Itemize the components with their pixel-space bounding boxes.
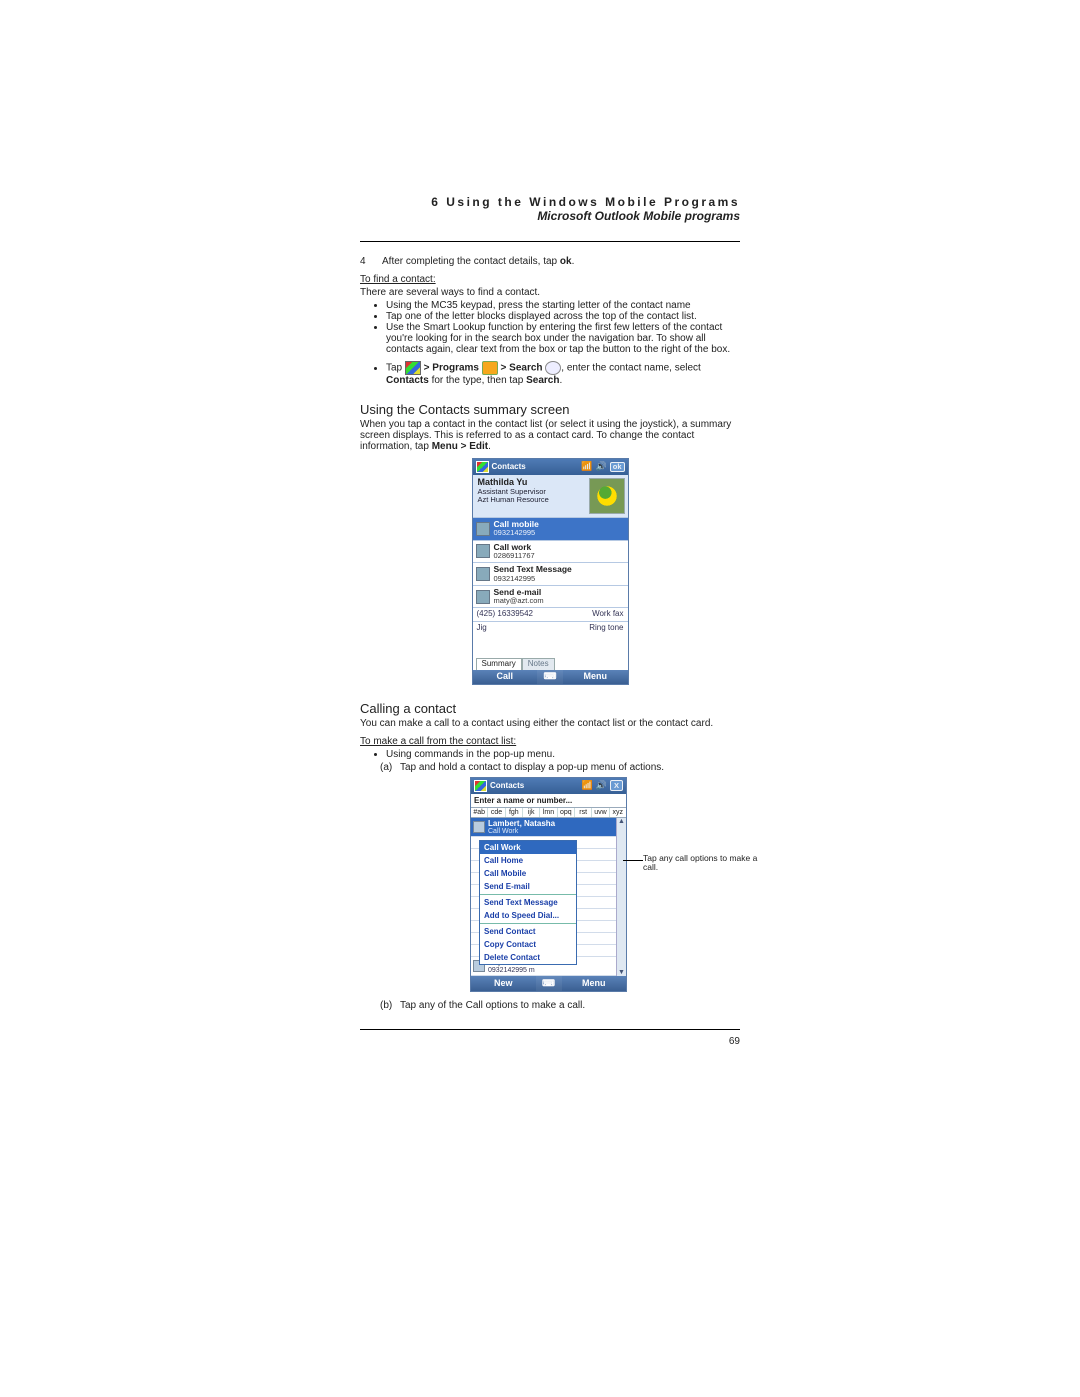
section-title: Microsoft Outlook Mobile programs: [360, 209, 740, 223]
email-icon: [476, 590, 490, 604]
softkey-menu[interactable]: Menu: [563, 670, 628, 684]
softkey-menu[interactable]: Menu: [562, 976, 627, 991]
contact-row-selected[interactable]: Lambert, NatashaCall Work: [471, 818, 616, 837]
call-mobile-row[interactable]: Call mobile0932142995: [473, 517, 628, 540]
find-contact-intro: There are several ways to find a contact…: [360, 287, 740, 298]
substep-a: (a)Tap and hold a contact to display a p…: [360, 762, 740, 773]
phone-icon: [476, 544, 490, 558]
alpha-tab[interactable]: ijk: [523, 808, 540, 817]
list-item: Tap one of the letter blocks displayed a…: [386, 311, 740, 322]
menu-send-email[interactable]: Send E-mail: [480, 880, 576, 893]
send-email-row[interactable]: Send e-mailmaty@azt.com: [473, 585, 628, 608]
list-item: Use the Smart Lookup function by enterin…: [386, 322, 740, 355]
alpha-tab[interactable]: rst: [575, 808, 592, 817]
alpha-tab[interactable]: lmn: [540, 808, 557, 817]
titlebar: Contacts 📶 🔊 ok: [473, 459, 628, 475]
alpha-index: #ab cde fgh ijk lmn opq rst uvw xyz: [471, 808, 626, 818]
ringtone-row[interactable]: JigRing tone: [473, 621, 628, 635]
calling-heading: Calling a contact: [360, 701, 740, 716]
alpha-tab[interactable]: uvw: [592, 808, 609, 817]
menu-separator: [480, 894, 576, 895]
find-contact-heading: To find a contact:: [360, 274, 740, 285]
start-icon: [405, 361, 421, 375]
app-title: Contacts: [492, 463, 526, 472]
menu-send-text[interactable]: Send Text Message: [480, 896, 576, 909]
footer-rule: [360, 1029, 740, 1030]
menu-separator: [480, 923, 576, 924]
softkey-new[interactable]: New: [471, 976, 536, 991]
sms-icon: [476, 567, 490, 581]
step-4: 4 After completing the contact details, …: [360, 256, 740, 267]
alpha-tab[interactable]: cde: [488, 808, 505, 817]
phone-icon: [476, 522, 490, 536]
keyboard-icon[interactable]: ⌨: [537, 670, 563, 684]
step-text: After completing the contact details, ta…: [382, 256, 574, 267]
page-number: 69: [360, 1036, 740, 1047]
summary-screen-heading: Using the Contacts summary screen: [360, 402, 740, 417]
programs-icon: [482, 361, 498, 375]
alpha-tab[interactable]: opq: [558, 808, 575, 817]
signal-icon: 📶: [581, 462, 592, 472]
find-contact-list: Using the MC35 keypad, press the startin…: [360, 300, 740, 386]
calling-body: You can make a call to a contact using e…: [360, 718, 740, 729]
step-number: 4: [360, 256, 368, 267]
call-from-list-bullets: Using commands in the pop-up menu.: [360, 749, 740, 760]
menu-delete-contact[interactable]: Delete Contact: [480, 951, 576, 964]
menu-call-mobile[interactable]: Call Mobile: [480, 867, 576, 880]
titlebar: Contacts 📶 🔊 X: [471, 778, 626, 794]
contact-photo: [589, 478, 625, 514]
context-menu: Call Work Call Home Call Mobile Send E-m…: [479, 840, 577, 965]
start-icon[interactable]: [474, 780, 487, 792]
ok-button[interactable]: ok: [610, 462, 625, 472]
substep-b: (b)Tap any of the Call options to make a…: [360, 1000, 740, 1011]
contact-org: Azt Human Resource: [478, 496, 585, 504]
header-rule: [360, 241, 740, 242]
start-icon[interactable]: [476, 461, 489, 473]
search-icon: [545, 361, 561, 375]
tab-notes[interactable]: Notes: [522, 658, 555, 670]
app-title: Contacts: [490, 781, 524, 790]
callout-annotation: Tap any call options to make a call.: [643, 854, 763, 873]
scrollbar[interactable]: ▲▼: [616, 818, 626, 976]
card-tabs: Summary Notes: [473, 655, 628, 670]
alpha-tab[interactable]: fgh: [506, 808, 523, 817]
softkey-call[interactable]: Call: [473, 670, 538, 684]
tab-summary[interactable]: Summary: [476, 658, 522, 670]
contact-header: Mathilda Yu Assistant Supervisor Azt Hum…: [473, 475, 628, 517]
close-button[interactable]: X: [610, 780, 623, 791]
send-text-row[interactable]: Send Text Message0932142995: [473, 562, 628, 585]
work-fax-row[interactable]: (425) 16339542Work fax: [473, 607, 628, 621]
call-from-list-heading: To make a call from the contact list:: [360, 736, 740, 747]
menu-call-home[interactable]: Call Home: [480, 854, 576, 867]
chapter-title: 6 Using the Windows Mobile Programs: [360, 195, 740, 209]
alpha-tab[interactable]: #ab: [471, 808, 488, 817]
alpha-tab[interactable]: xyz: [610, 808, 626, 817]
search-input[interactable]: Enter a name or number...: [471, 794, 626, 808]
summary-screen-body: When you tap a contact in the contact li…: [360, 419, 740, 452]
contact-list-screenshot: Contacts 📶 🔊 X Enter a name or number...…: [470, 777, 627, 992]
menu-speed-dial[interactable]: Add to Speed Dial...: [480, 909, 576, 922]
menu-send-contact[interactable]: Send Contact: [480, 925, 576, 938]
call-work-row[interactable]: Call work0286911767: [473, 540, 628, 563]
page-header: 6 Using the Windows Mobile Programs Micr…: [360, 195, 740, 223]
list-item: Tap > Programs > Search , enter the cont…: [386, 361, 740, 386]
soft-key-bar: Call ⌨ Menu: [473, 670, 628, 684]
list-item: Using commands in the pop-up menu.: [386, 749, 740, 760]
contact-icon: [473, 821, 485, 833]
soft-key-bar: New ⌨ Menu: [471, 976, 626, 991]
keyboard-icon[interactable]: ⌨: [536, 976, 562, 991]
signal-icon: 📶: [582, 780, 593, 791]
menu-call-work[interactable]: Call Work: [480, 841, 576, 854]
contact-card-screenshot: Contacts 📶 🔊 ok Mathilda Yu Assistant Su…: [472, 458, 629, 685]
volume-icon: 🔊: [596, 462, 607, 472]
volume-icon: 🔊: [596, 780, 607, 791]
list-item: Using the MC35 keypad, press the startin…: [386, 300, 740, 311]
menu-copy-contact[interactable]: Copy Contact: [480, 938, 576, 951]
